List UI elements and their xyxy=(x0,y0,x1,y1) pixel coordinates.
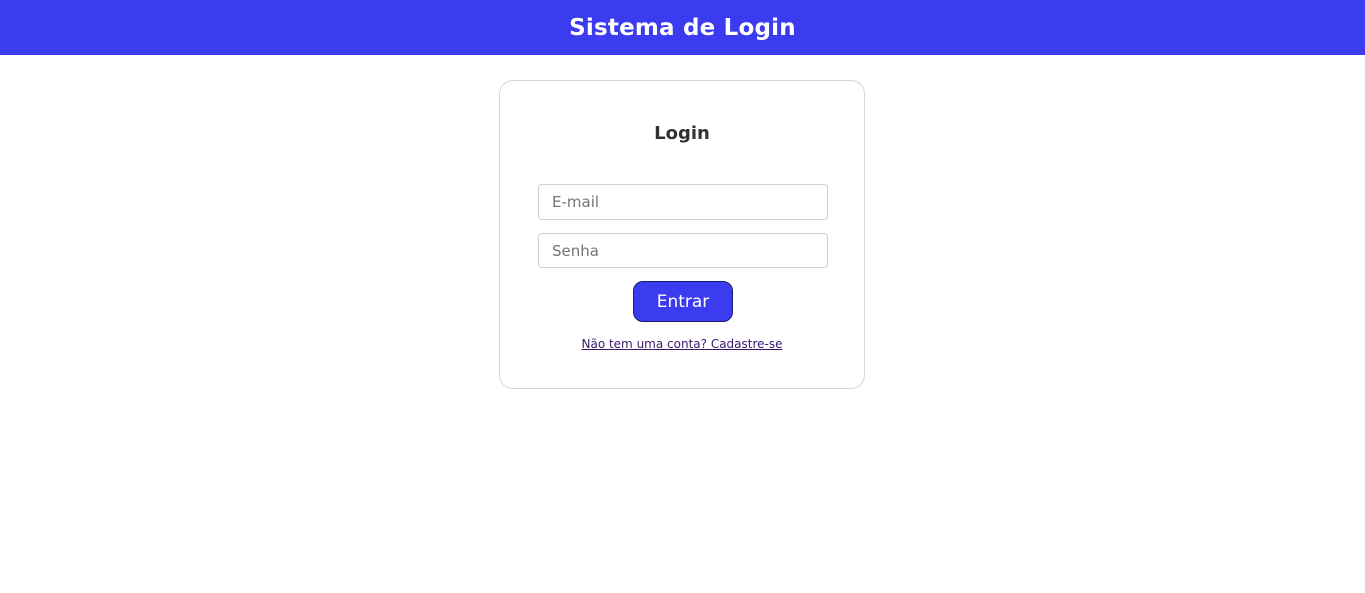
app-header: Sistema de Login xyxy=(0,0,1365,55)
signup-link[interactable]: Não tem uma conta? Cadastre-se xyxy=(500,337,864,351)
login-button[interactable]: Entrar xyxy=(633,281,733,322)
login-title: Login xyxy=(654,123,710,144)
password-input[interactable] xyxy=(538,233,828,268)
app-title: Sistema de Login xyxy=(569,14,796,41)
email-input[interactable] xyxy=(538,184,828,220)
login-card: Login Entrar Não tem uma conta? Cadastre… xyxy=(499,80,865,389)
